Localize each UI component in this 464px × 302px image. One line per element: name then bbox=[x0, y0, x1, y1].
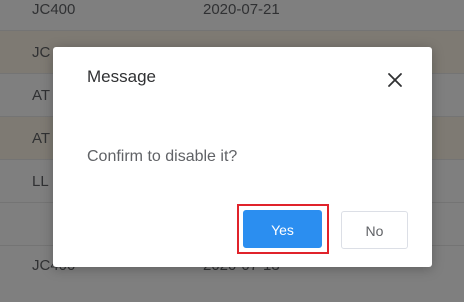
confirm-dialog: Message Confirm to disable it? Yes No bbox=[53, 47, 432, 267]
close-icon bbox=[381, 66, 409, 94]
dialog-title: Message bbox=[87, 67, 156, 86]
no-button[interactable]: No bbox=[341, 211, 408, 249]
yes-button[interactable]: Yes bbox=[243, 210, 322, 248]
close-button[interactable] bbox=[381, 66, 409, 94]
dialog-message: Confirm to disable it? bbox=[87, 148, 238, 165]
